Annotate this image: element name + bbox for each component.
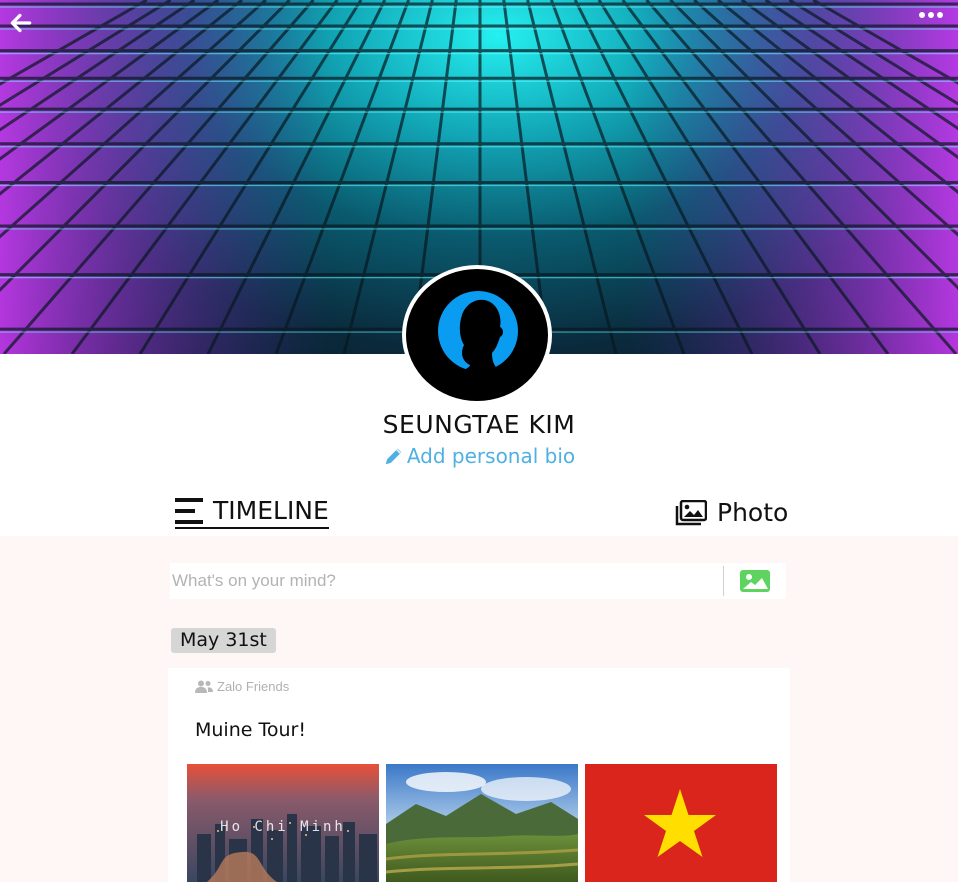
post-text: Muine Tour! — [195, 719, 306, 741]
tab-timeline-label: TIMELINE — [213, 496, 329, 525]
tab-photo-label: Photo — [717, 498, 789, 527]
photo-caption: Ho Chi Minh — [220, 819, 346, 835]
post-photo-flag[interactable] — [585, 764, 777, 882]
photos-icon — [675, 499, 707, 525]
add-image-button[interactable] — [724, 563, 786, 599]
mountain-fields-image — [386, 764, 578, 882]
post-photo-city[interactable]: Ho Chi Minh — [187, 764, 379, 882]
avatar-silhouette-icon — [438, 291, 518, 381]
more-options-button[interactable] — [918, 10, 948, 40]
silhouette-avatar — [406, 269, 548, 401]
friends-icon — [195, 680, 213, 693]
image-icon — [740, 570, 770, 592]
add-bio-link[interactable]: Add personal bio — [0, 444, 958, 468]
date-badge: May 31st — [171, 628, 276, 653]
post-composer — [170, 563, 786, 599]
post-card[interactable]: Zalo Friends Muine Tour! Ho Chi Minh — [168, 668, 790, 882]
add-bio-label: Add personal bio — [406, 444, 576, 468]
profile-name: SEUNGTAE KIM — [382, 410, 576, 439]
arrow-left-icon — [10, 13, 32, 33]
tab-photo[interactable]: Photo — [675, 498, 788, 527]
vietnam-flag-image — [585, 764, 777, 882]
back-button[interactable] — [8, 10, 38, 40]
post-photo-mountains[interactable] — [386, 764, 578, 882]
post-privacy: Zalo Friends — [195, 679, 289, 694]
privacy-label: Zalo Friends — [217, 679, 290, 694]
timeline-icon — [175, 497, 203, 524]
profile-avatar[interactable] — [402, 265, 552, 405]
tab-timeline[interactable]: TIMELINE — [175, 496, 329, 529]
more-horizontal-icon — [919, 12, 943, 18]
status-input[interactable] — [170, 563, 723, 599]
pencil-icon — [385, 448, 402, 465]
